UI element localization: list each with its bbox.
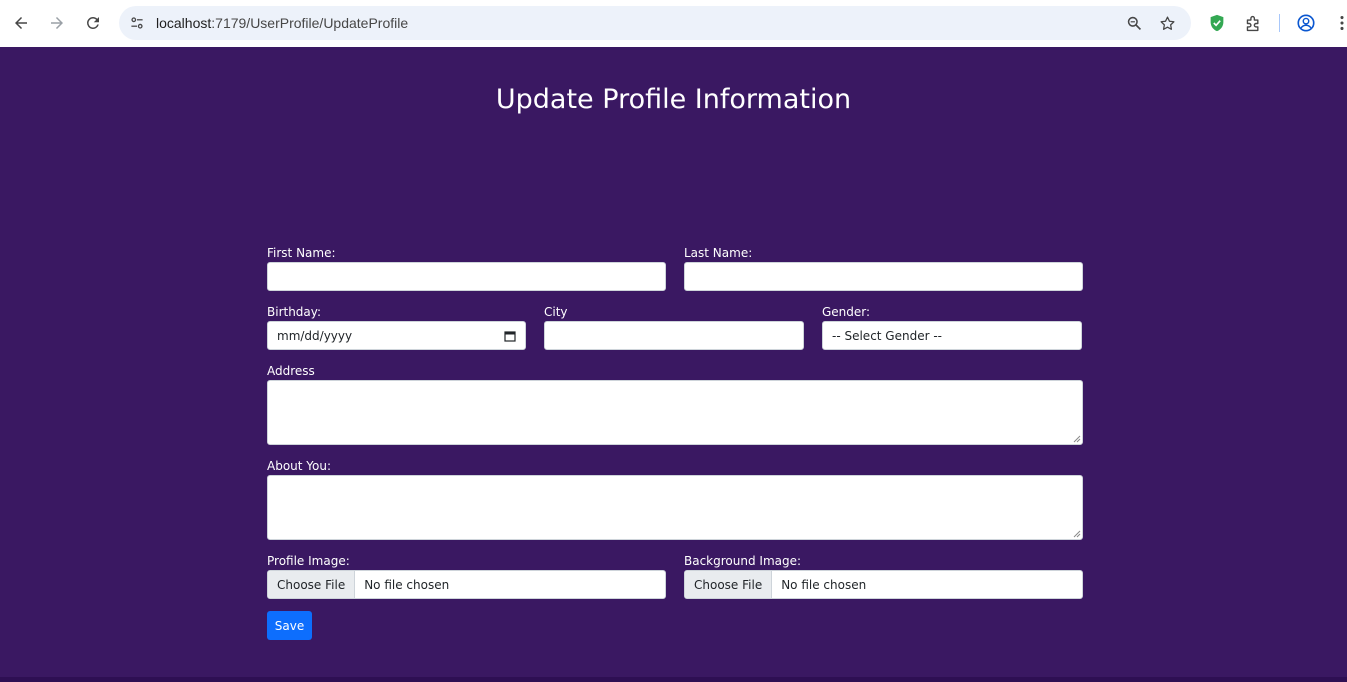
profile-file-status: No file chosen	[364, 577, 450, 592]
reload-button[interactable]	[81, 11, 105, 35]
menu-kebab-icon[interactable]	[1331, 12, 1347, 34]
profile-image-file-input[interactable]: Choose File No file chosen	[267, 570, 666, 599]
about-textarea[interactable]	[267, 475, 1083, 540]
back-button[interactable]	[9, 11, 33, 35]
last-name-label: Last Name:	[684, 246, 753, 260]
last-name-input[interactable]	[684, 262, 1083, 291]
profile-avatar-icon[interactable]	[1295, 12, 1317, 34]
site-info-icon[interactable]	[127, 13, 147, 33]
about-label: About You:	[267, 459, 332, 473]
address-bar[interactable]: localhost:7179/UserProfile/UpdateProfile	[119, 6, 1191, 40]
city-input[interactable]	[544, 321, 804, 350]
toolbar-divider	[1279, 14, 1280, 32]
url-text: localhost:7179/UserProfile/UpdateProfile	[156, 15, 408, 31]
background-choose-file-button[interactable]: Choose File	[685, 571, 773, 598]
birthday-placeholder: mm/dd/yyyy	[277, 328, 353, 343]
extensions-puzzle-icon[interactable]	[1242, 12, 1264, 34]
forward-button[interactable]	[45, 11, 69, 35]
address-label: Address	[267, 364, 315, 378]
gender-selected-value: -- Select Gender --	[832, 328, 943, 343]
browser-toolbar: localhost:7179/UserProfile/UpdateProfile	[0, 0, 1347, 47]
url-host: localhost	[156, 15, 212, 31]
zoom-icon[interactable]	[1124, 13, 1144, 33]
shield-extension-icon[interactable]	[1206, 12, 1228, 34]
background-file-status: No file chosen	[781, 577, 867, 592]
save-button[interactable]: Save	[267, 611, 312, 640]
gender-label: Gender:	[822, 305, 871, 319]
address-textarea[interactable]	[267, 380, 1083, 445]
reload-icon	[87, 16, 99, 29]
forward-arrow-icon	[51, 17, 63, 29]
birthday-label: Birthday:	[267, 305, 322, 319]
first-name-label: First Name:	[267, 246, 336, 260]
city-label: City	[544, 305, 568, 319]
background-image-label: Background Image:	[684, 554, 802, 568]
background-image-file-input[interactable]: Choose File No file chosen	[684, 570, 1083, 599]
bookmark-star-icon[interactable]	[1157, 13, 1177, 33]
footer-divider	[0, 677, 1347, 682]
birthday-date-input[interactable]: mm/dd/yyyy	[267, 321, 526, 350]
gender-select[interactable]: -- Select Gender --	[822, 321, 1082, 350]
page-title: Update Profile Information	[495, 84, 852, 115]
resize-handle-icon[interactable]	[1073, 435, 1081, 443]
back-arrow-icon	[15, 17, 27, 29]
url-path: :7179/UserProfile/UpdateProfile	[211, 15, 409, 31]
resize-handle-icon[interactable]	[1073, 530, 1081, 538]
calendar-icon[interactable]	[504, 330, 516, 342]
profile-choose-file-button[interactable]: Choose File	[268, 571, 356, 598]
profile-image-label: Profile Image:	[267, 554, 350, 568]
first-name-input[interactable]	[267, 262, 666, 291]
